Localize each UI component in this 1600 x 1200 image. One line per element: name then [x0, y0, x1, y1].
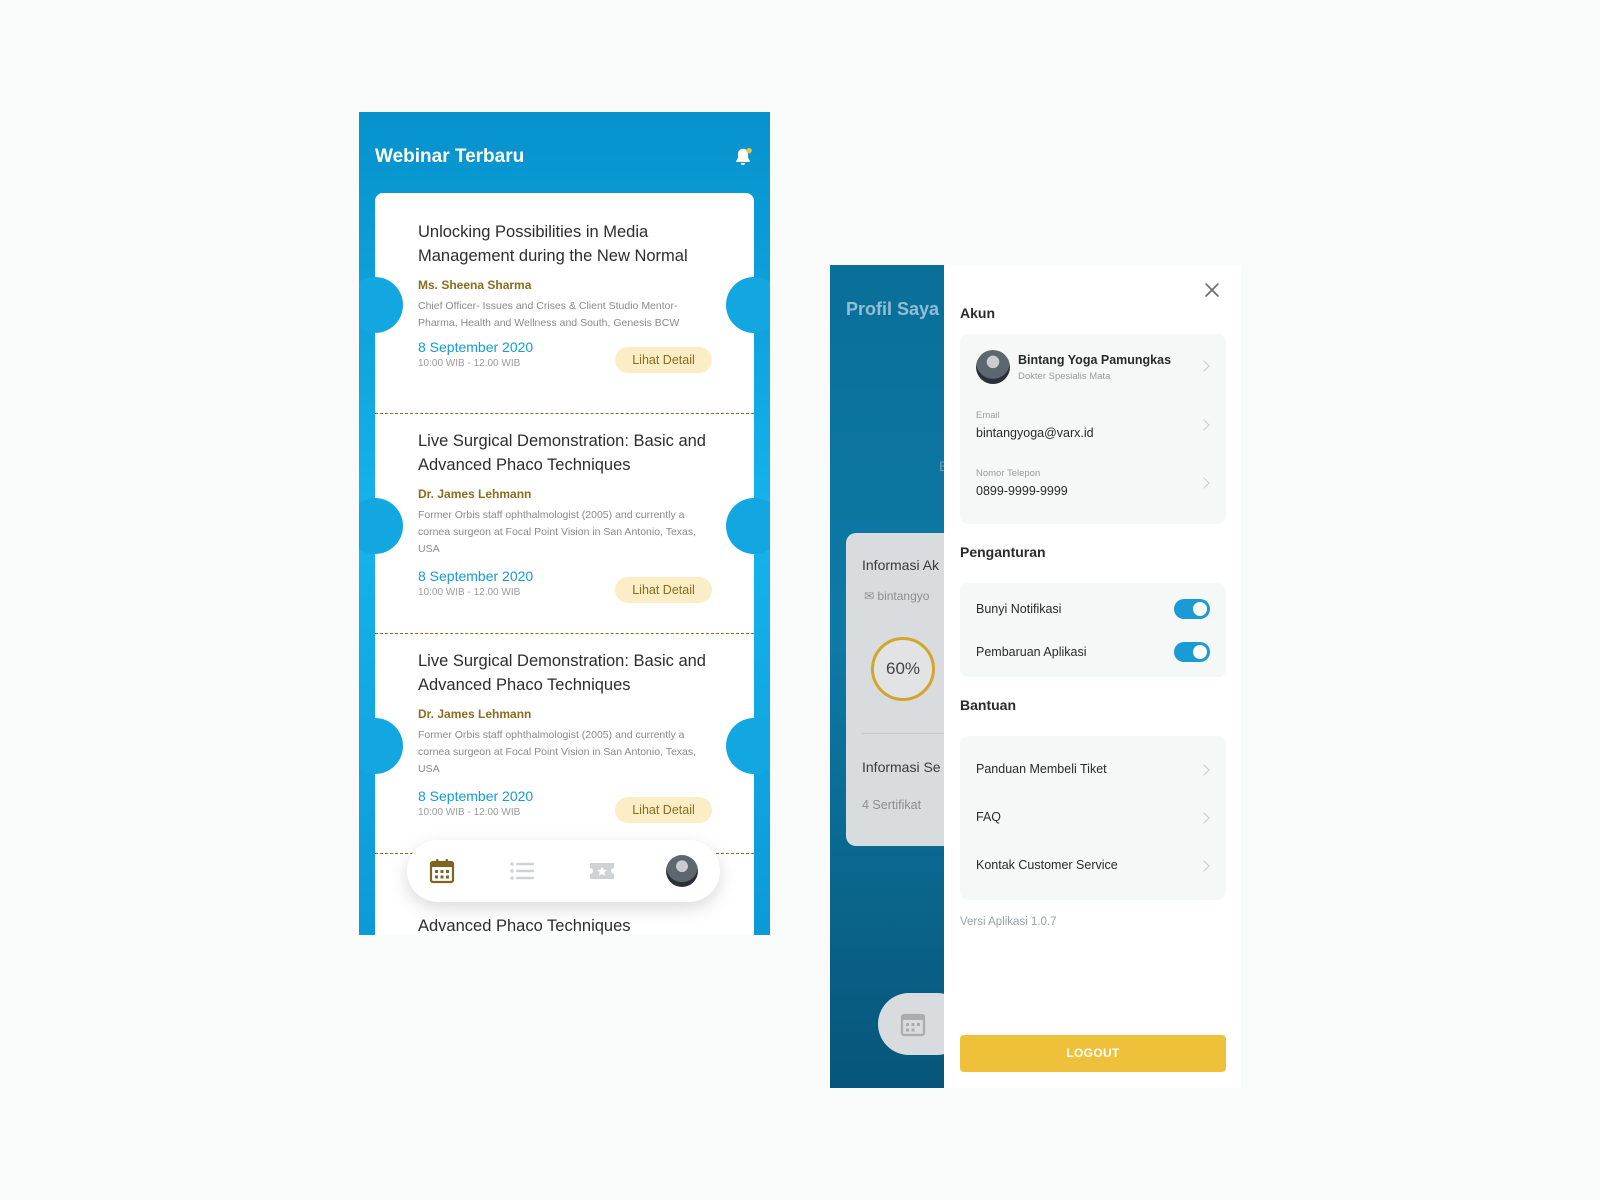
email-label: Email: [976, 410, 1000, 421]
app-version: Versi Aplikasi 1.0.7: [960, 916, 1057, 928]
detail-button[interactable]: Lihat Detail: [615, 797, 712, 823]
chevron-right-icon: [1198, 477, 1210, 489]
detail-button[interactable]: Lihat Detail: [615, 347, 712, 373]
webinar-speaker: Dr. James Lehmann: [418, 707, 532, 721]
certificate-info-title: Informasi Se: [862, 759, 941, 775]
calendar-icon[interactable]: [427, 856, 457, 886]
account-panel: Bintang Yoga Pamungkas Dokter Spesialis …: [960, 334, 1226, 524]
webinar-description: Chief Officer- Issues and Crises & Clien…: [418, 300, 680, 329]
webinar-time: 10:00 WIB - 12.00 WIB: [418, 587, 521, 598]
settings-drawer: Akun Bintang Yoga Pamungkas Dokter Spesi…: [944, 265, 1241, 1088]
chevron-right-icon: [1198, 812, 1210, 824]
webinar-card[interactable]: Live Surgical Demonstration: Basic and A…: [375, 415, 754, 637]
webinar-title: Live Surgical Demonstration: Basic and A…: [418, 652, 706, 694]
help-item-label: Kontak Customer Service: [976, 858, 1118, 872]
setting-label-notification: Bunyi Notifikasi: [976, 602, 1062, 616]
webinar-card[interactable]: Live Surgical Demonstration: Basic and A…: [375, 635, 754, 857]
webinar-card[interactable]: Unlocking Possibilities in Media Managem…: [375, 193, 754, 415]
profile-background: Profil Saya E Informasi Ak ✉ bintangyo 6…: [830, 265, 986, 1088]
phone-value: 0899-9999-9999: [976, 484, 1068, 498]
phone-label: Nomor Telepon: [976, 468, 1041, 479]
webinar-date: 8 September 2020: [418, 568, 534, 584]
ticket-icon[interactable]: [587, 856, 617, 886]
webinar-title: Live Surgical Demonstration: Basic and A…: [418, 432, 706, 474]
section-title-account: Akun: [960, 305, 995, 321]
close-icon[interactable]: [1203, 281, 1221, 299]
webinar-title: Unlocking Possibilities in Media Managem…: [418, 223, 688, 265]
webinar-description: Former Orbis staff ophthalmologist (2005…: [418, 509, 697, 555]
webinar-date: 8 September 2020: [418, 788, 534, 804]
help-panel: Panduan Membeli Tiket FAQ Kontak Custome…: [960, 736, 1226, 900]
email-value: bintangyoga@varx.id: [976, 426, 1094, 440]
setting-label-update: Pembaruan Aplikasi: [976, 645, 1087, 659]
chevron-right-icon: [1198, 764, 1210, 776]
webinar-list: Unlocking Possibilities in Media Managem…: [359, 193, 770, 935]
account-email-text: bintangyo: [877, 589, 930, 603]
certificate-count: 4 Sertifikat: [862, 798, 922, 812]
detail-button[interactable]: Lihat Detail: [615, 577, 712, 603]
avatar: [976, 350, 1010, 384]
profile-title: Profil Saya: [846, 299, 940, 319]
help-item-label: FAQ: [976, 810, 1002, 824]
help-item-contact[interactable]: Kontak Customer Service: [960, 846, 1226, 886]
section-title-settings: Penganturan: [960, 544, 1046, 560]
profile-row[interactable]: Bintang Yoga Pamungkas Dokter Spesialis …: [960, 334, 1226, 398]
chevron-right-icon: [1198, 860, 1210, 872]
profile-screen: Profil Saya E Informasi Ak ✉ bintangyo 6…: [830, 265, 1241, 1088]
list-icon[interactable]: [507, 856, 537, 886]
webinar-screen: Webinar Terbaru Unlocking Possibilities …: [359, 112, 770, 935]
page-title: Webinar Terbaru: [375, 146, 525, 167]
account-info-title: Informasi Ak: [862, 557, 940, 573]
settings-panel: Bunyi Notifikasi Pembaruan Aplikasi: [960, 583, 1226, 677]
calendar-icon: [900, 1013, 926, 1037]
bottom-navigation: [407, 840, 720, 902]
user-role: Dokter Spesialis Mata: [1018, 371, 1111, 382]
help-item-label: Panduan Membeli Tiket: [976, 762, 1107, 776]
avatar[interactable]: [666, 855, 698, 887]
mail-icon: ✉: [864, 589, 875, 603]
help-item-guide[interactable]: Panduan Membeli Tiket: [960, 750, 1226, 790]
section-title-help: Bantuan: [960, 697, 1016, 713]
webinar-speaker: Dr. James Lehmann: [418, 487, 532, 501]
webinar-title: Advanced Phaco Techniques: [418, 917, 631, 935]
chevron-right-icon: [1198, 419, 1210, 431]
progress-ring: 60%: [871, 637, 935, 701]
ticket-divider: [375, 633, 754, 634]
bell-icon[interactable]: [732, 146, 754, 168]
webinar-description: Former Orbis staff ophthalmologist (2005…: [418, 729, 697, 775]
account-email: ✉ bintangyo: [864, 589, 929, 603]
webinar-date: 8 September 2020: [418, 339, 534, 355]
notification-toggle[interactable]: [1174, 599, 1210, 619]
webinar-time: 10:00 WIB - 12.00 WIB: [418, 358, 521, 369]
logout-button[interactable]: LOGOUT: [960, 1035, 1226, 1072]
phone-row[interactable]: Nomor Telepon 0899-9999-9999: [960, 456, 1226, 514]
user-name: Bintang Yoga Pamungkas: [1018, 353, 1172, 367]
webinar-time: 10:00 WIB - 12.00 WIB: [418, 807, 521, 818]
webinar-speaker: Ms. Sheena Sharma: [418, 278, 532, 292]
update-toggle[interactable]: [1174, 642, 1210, 662]
ticket-divider: [375, 413, 754, 414]
help-item-faq[interactable]: FAQ: [960, 798, 1226, 838]
chevron-right-icon: [1198, 360, 1210, 372]
email-row[interactable]: Email bintangyoga@varx.id: [960, 398, 1226, 456]
